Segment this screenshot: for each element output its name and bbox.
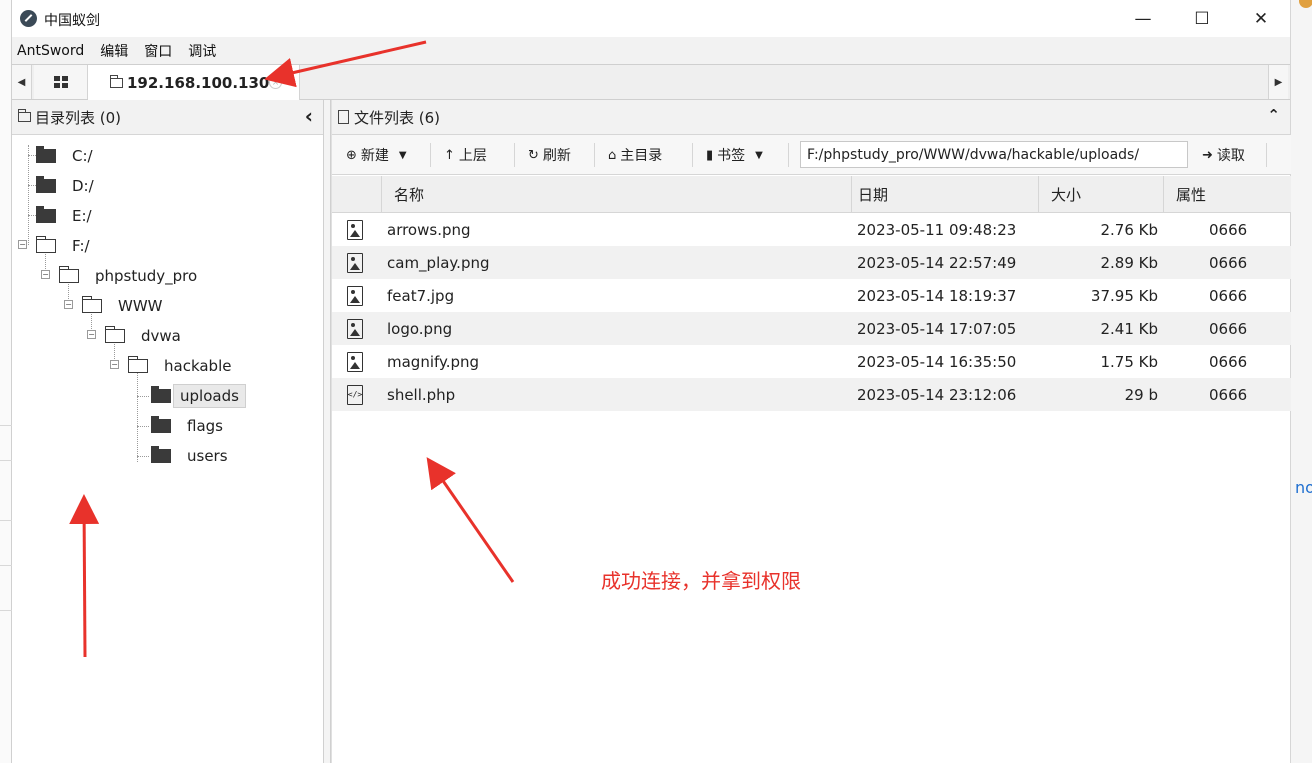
- annotation-arrow-tab: [264, 40, 427, 88]
- annotation-arrows: [69, 40, 515, 658]
- annotation-arrow-tree: [69, 494, 100, 658]
- annotation-arrow-files: [426, 457, 515, 583]
